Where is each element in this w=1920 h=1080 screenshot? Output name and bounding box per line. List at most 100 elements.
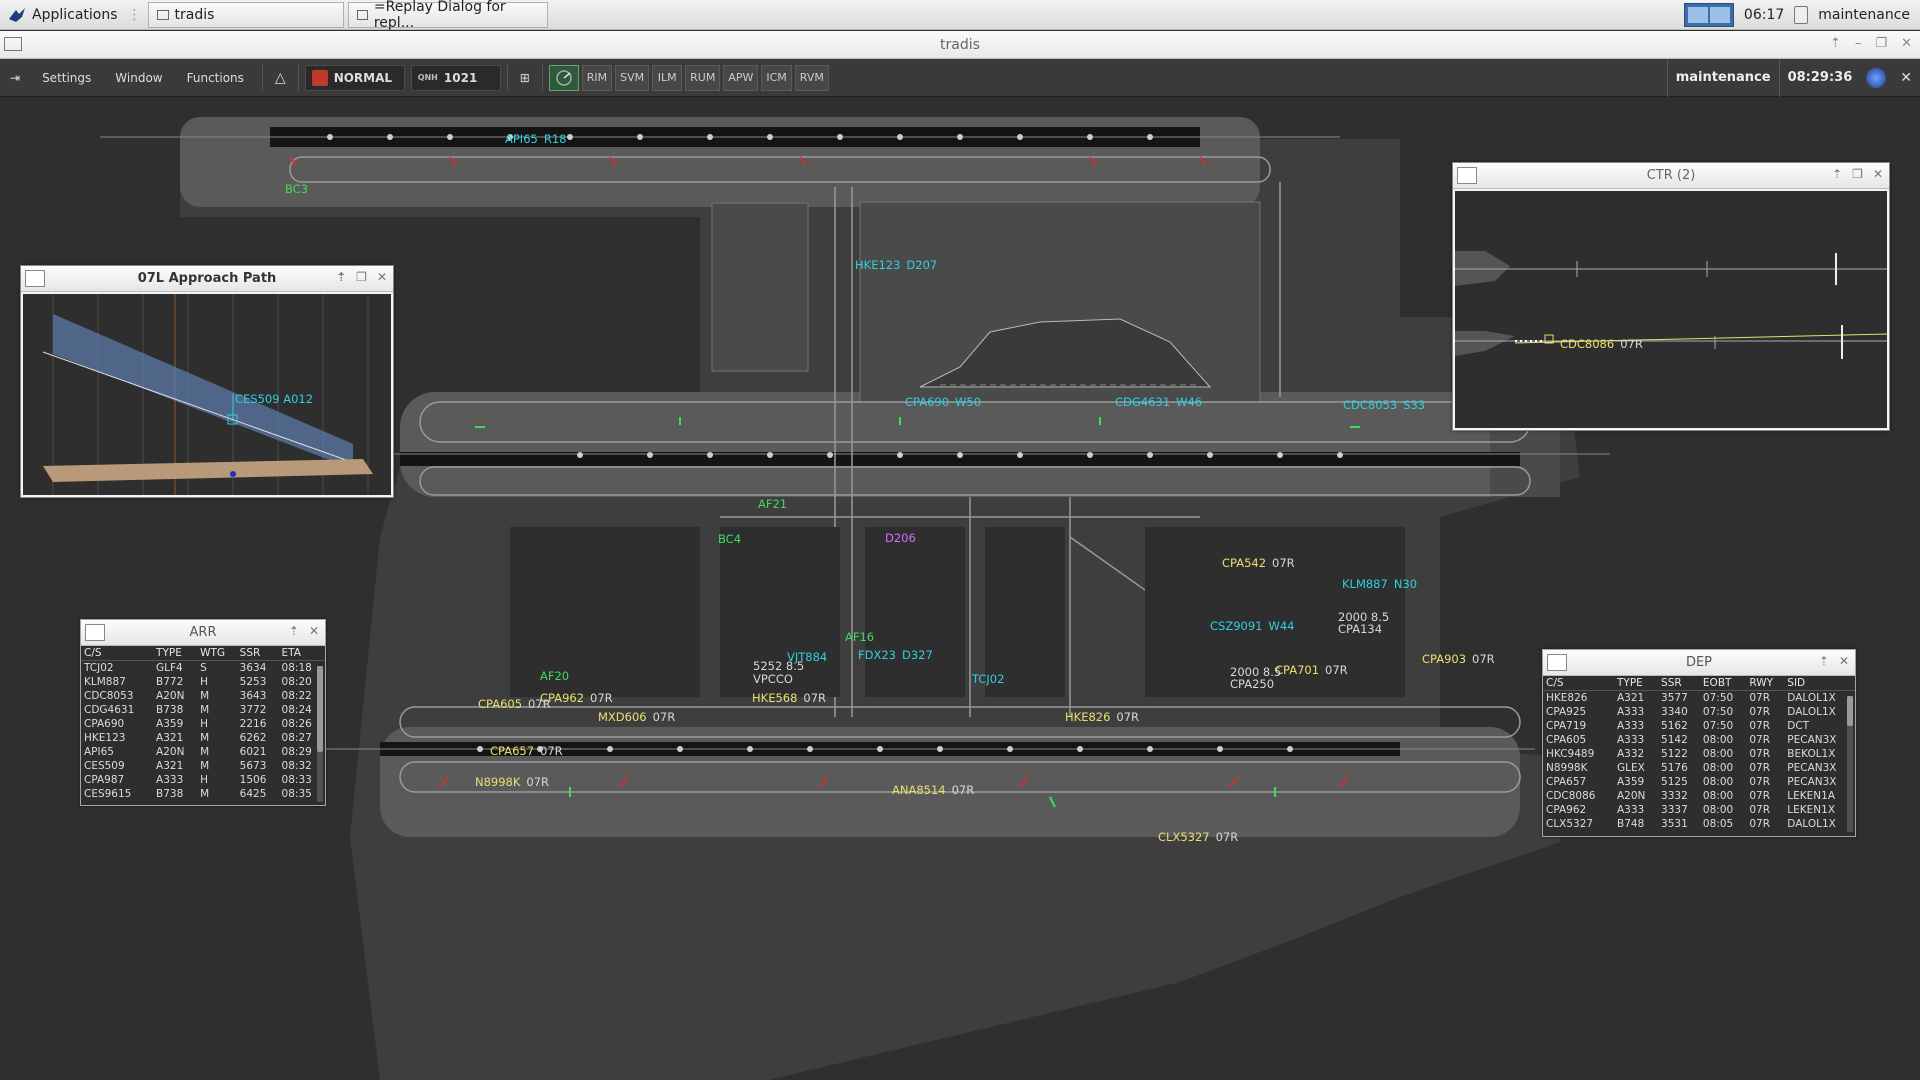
col-header[interactable]: TYPE [153,646,198,661]
table-row[interactable]: N8998K GLEX 5176 08:00 07R PECAN3X [1543,761,1855,775]
aircraft-tag[interactable]: CPA657 07R [490,744,563,758]
table-row[interactable]: CDG4631 B738 M 3772 08:24 [81,703,325,717]
table-row[interactable]: CPA962 A333 3337 08:00 07R LEKEN1X [1543,803,1855,817]
col-header[interactable]: EOBT [1699,676,1747,691]
maximize-icon[interactable]: ❐ [1852,167,1863,181]
panel-header[interactable]: DEP ⇡ ✕ [1543,650,1855,676]
panel-header[interactable]: ARR ⇡ ✕ [81,620,325,646]
aircraft-tag[interactable]: HKE123 D207 [855,258,937,272]
panel-header[interactable]: 07L Approach Path ⇡ ❐ ✕ [21,266,393,292]
list-icon[interactable] [85,624,105,641]
table-row[interactable]: CES9615 B738 M 6425 08:35 [81,787,325,801]
close-icon[interactable]: ✕ [1873,167,1883,181]
airborne-callsign[interactable]: VPCCO [753,672,793,686]
table-row[interactable]: CPA605 A333 5142 08:00 07R PECAN3X [1543,733,1855,747]
col-header[interactable]: RWY [1746,676,1785,691]
vehicle-tag[interactable]: AF16 [845,630,874,644]
applications-menu[interactable]: Applications [0,0,126,30]
table-row[interactable]: API65 A20N M 6021 08:29 [81,745,325,759]
toolbar-user[interactable]: maintenance [1666,58,1779,97]
table-row[interactable]: CPA719 A333 5162 07:50 07R DCT [1543,719,1855,733]
mode-selector[interactable]: NORMAL [304,64,405,91]
scrollbar[interactable] [317,666,323,802]
globe-icon[interactable] [1866,67,1887,88]
vehicle-tag[interactable]: BC4 [718,532,741,546]
tool-button-rim[interactable]: RIM [581,64,613,91]
table-row[interactable]: KLM887 B772 H 5253 08:20 [81,675,325,689]
approach-view[interactable]: CES509 A012 [23,294,391,495]
table-row[interactable]: CPA987 A333 H 1506 08:33 [81,773,325,787]
close-icon[interactable]: ✕ [377,270,387,284]
aircraft-tag[interactable]: CSZ9091 W44 [1210,619,1295,633]
col-header[interactable]: ETA [278,646,325,661]
col-header[interactable]: C/S [81,646,154,661]
shade-icon[interactable]: ⇡ [336,270,346,284]
approach-path-panel[interactable]: 07L Approach Path ⇡ ❐ ✕ CES509 A012 [20,265,394,498]
dep-panel[interactable]: DEP ⇡ ✕ C/S TYPE SSR EOBT RWY SID HKE826… [1542,649,1856,837]
table-row[interactable]: CDC8053 A20N M 3643 08:22 [81,689,325,703]
tool-button-rum[interactable]: RUM [685,64,721,91]
aircraft-tag[interactable]: CPA542 07R [1222,556,1295,570]
shade-icon[interactable]: ⇡ [1819,654,1829,668]
table-row[interactable]: CPA657 A359 5125 08:00 07R PECAN3X [1543,775,1855,789]
col-header[interactable]: TYPE [1614,676,1659,691]
aircraft-tag[interactable]: CPA701 07R [1275,663,1348,677]
vehicle-tag[interactable]: BC3 [285,182,308,196]
minimize-icon[interactable]: – [1855,36,1862,51]
airborne-readout[interactable]: 5252 8.5 [753,659,804,673]
close-icon[interactable]: ✕ [1901,36,1912,51]
tool-button-ilm[interactable]: ILM [652,64,683,91]
aircraft-tag[interactable]: CPA962 07R [540,691,613,705]
col-header[interactable]: SSR [236,646,279,661]
panel-header[interactable]: CTR (2) ⇡ ❐ ✕ [1453,163,1889,189]
task-replay-dialog[interactable]: =Replay Dialog for repl... [347,0,548,31]
maximize-icon[interactable]: ❐ [356,270,367,284]
aircraft-tag[interactable]: N8998K 07R [475,775,549,789]
shade-icon[interactable]: ⇡ [289,624,299,638]
ctr-panel[interactable]: CTR (2) ⇡ ❐ ✕ CDC8086 07R [1452,162,1890,431]
aircraft-tag[interactable]: KLM887 N30 [1342,577,1417,591]
table-row[interactable]: CES509 A321 M 5673 08:32 [81,759,325,773]
shade-icon[interactable]: ⇡ [1830,36,1841,51]
menu-settings[interactable]: Settings [30,71,103,85]
table-row[interactable]: HKE826 A321 3577 07:50 07R DALOL1X [1543,691,1855,705]
panel-menu-icon[interactable] [25,270,45,287]
layout-icon[interactable]: ⊞ [514,71,536,85]
shade-icon[interactable]: ⇡ [1832,167,1842,181]
aircraft-tag[interactable]: HKE826 07R [1065,710,1139,724]
close-icon[interactable]: ✕ [1839,654,1849,668]
arr-panel[interactable]: ARR ⇡ ✕ C/S TYPE WTG SSR ETA TCJ02 GLF4 S 3… [80,619,326,806]
aircraft-tag[interactable]: FDX23 D327 [858,648,933,662]
aircraft-tag[interactable]: D206 [885,531,916,545]
list-icon[interactable] [1547,654,1567,671]
table-row[interactable]: CPA925 A333 3340 07:50 07R DALOL1X [1543,705,1855,719]
tool-button-apw[interactable]: APW [723,64,759,91]
qnh-display[interactable]: QNH 1021 [410,64,501,91]
radar-toggle-button[interactable] [548,64,579,91]
panel-menu-icon[interactable] [1457,167,1477,184]
airborne-callsign[interactable]: CPA134 [1338,622,1382,636]
os-user[interactable]: maintenance [1818,7,1910,23]
ctr-aircraft-tag[interactable]: CDC8086 07R [1560,337,1643,351]
aircraft-tag[interactable]: ANA8514 07R [892,783,974,797]
window-menu-icon[interactable] [4,37,22,51]
tool-button-icm[interactable]: ICM [761,64,792,91]
col-header[interactable]: SSR [1658,676,1700,691]
close-icon[interactable]: ✕ [1892,70,1920,86]
approach-aircraft-tag[interactable]: CES509 A012 [235,392,313,406]
aircraft-tag[interactable]: CPA690 W50 [905,395,981,409]
task-tradis[interactable]: tradis [147,1,344,28]
aircraft-tag[interactable]: CPA903 07R [1422,652,1495,666]
airborne-callsign[interactable]: CPA250 [1230,677,1274,691]
aircraft-tag[interactable]: CDG4631 W46 [1115,395,1202,409]
col-header[interactable]: C/S [1543,676,1614,691]
table-row[interactable]: CPA690 A359 H 2216 08:26 [81,717,325,731]
menu-window[interactable]: Window [103,71,174,85]
table-row[interactable]: CDC8086 A20N 3332 08:00 07R LEKEN1A [1543,789,1855,803]
os-clock[interactable]: 06:17 [1744,7,1784,23]
aircraft-tag[interactable]: MXD606 07R [598,710,675,724]
close-icon[interactable]: ✕ [309,624,319,638]
scrollbar[interactable] [1847,696,1853,832]
aircraft-tag[interactable]: TCJ02 [972,672,1004,686]
workspace-switcher[interactable] [1683,2,1734,27]
